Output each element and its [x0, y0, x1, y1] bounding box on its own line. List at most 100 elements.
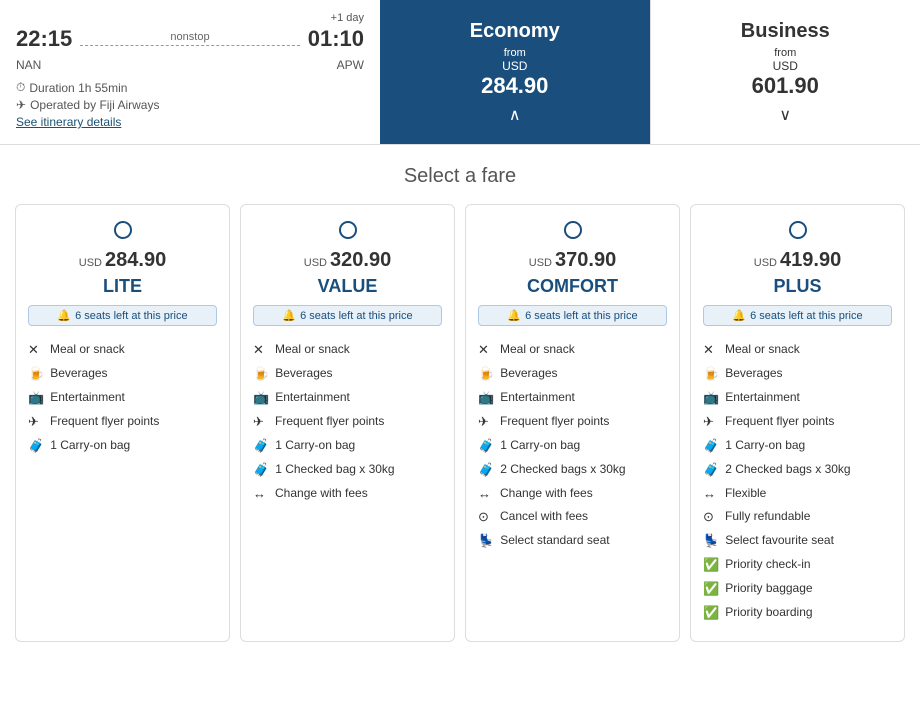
- list-item: 🍺Beverages: [703, 362, 892, 386]
- feature-text-plus-8: Select favourite seat: [725, 533, 834, 547]
- clock-icon: ⏱: [16, 80, 25, 95]
- seat-icon-lite: 🔔: [57, 309, 71, 322]
- nonstop-label: nonstop: [170, 31, 209, 43]
- economy-chevron: ∧: [509, 105, 521, 125]
- fare-radio-comfort[interactable]: [478, 221, 667, 239]
- origin-airport: NAN: [16, 58, 41, 72]
- list-item: 🍺Beverages: [28, 362, 217, 386]
- list-item: ↔Flexible: [703, 482, 892, 505]
- feature-text-value-3: Frequent flyer points: [275, 414, 384, 428]
- fare-cards-container: USD 284.90 LITE 🔔 6 seats left at this pric…: [0, 204, 920, 662]
- feature-icon-lite-1: 🍺: [28, 366, 44, 382]
- feature-icon-lite-2: 📺: [28, 390, 44, 406]
- fare-card-value[interactable]: USD 320.90VALUE🔔6 seats left at this pri…: [240, 204, 455, 642]
- list-item: 🧳1 Checked bag x 30kg: [253, 458, 442, 482]
- feature-text-comfort-8: Select standard seat: [500, 533, 609, 547]
- fare-price-row-plus: USD 419.90: [703, 249, 892, 272]
- feature-icon-comfort-1: 🍺: [478, 366, 494, 382]
- feature-icon-value-3: ✈: [253, 414, 269, 430]
- economy-tab[interactable]: Economy from USD 284.90 ∧: [380, 0, 650, 144]
- seats-text-lite: 6 seats left at this price: [75, 310, 188, 322]
- list-item: ✈ Frequent flyer points: [703, 410, 892, 434]
- feature-icon-plus-6: ↔: [703, 486, 719, 501]
- feature-text-plus-1: Beverages: [725, 366, 782, 380]
- feature-icon-value-1: 🍺: [253, 366, 269, 382]
- feature-text-lite-0: Meal or snack: [50, 342, 125, 356]
- fare-tabs: Economy from USD 284.90 ∧ Business from …: [380, 0, 920, 144]
- economy-currency: USD: [502, 59, 527, 73]
- feature-icon-plus-10: ✅: [703, 581, 719, 597]
- feature-text-plus-5: 2 Checked bags x 30kg: [725, 462, 850, 476]
- list-item: 🧳2 Checked bags x 30kg: [703, 458, 892, 482]
- fare-features-plus: ✕Meal or snack🍺Beverages📺Entertainment✈F…: [703, 338, 892, 625]
- fare-name-plus: PLUS: [703, 276, 892, 297]
- feature-icon-comfort-3: ✈: [478, 414, 494, 430]
- list-item: 🧳1 Carry-on bag: [478, 434, 667, 458]
- plane-icon: ✈: [16, 98, 26, 112]
- radio-circle-lite: [114, 221, 132, 239]
- feature-text-plus-0: Meal or snack: [725, 342, 800, 356]
- list-item: ✕Meal or snack: [28, 338, 217, 362]
- feature-text-value-4: 1 Carry-on bag: [275, 438, 355, 452]
- feature-text-value-6: Change with fees: [275, 486, 368, 500]
- fare-radio-plus[interactable]: [703, 221, 892, 239]
- operator-text: Operated by Fiji Airways: [30, 98, 159, 112]
- fare-radio-value[interactable]: [253, 221, 442, 239]
- list-item: ✅Priority boarding: [703, 601, 892, 625]
- see-details-link[interactable]: See itinerary details: [16, 115, 121, 129]
- list-item: ✅Priority baggage: [703, 577, 892, 601]
- fare-currency-plus: USD: [754, 257, 780, 269]
- fare-card-plus[interactable]: USD 419.90PLUS🔔6 seats left at this pric…: [690, 204, 905, 642]
- fare-card-comfort[interactable]: USD 370.90COMFORT🔔6 seats left at this p…: [465, 204, 680, 642]
- list-item: 🧳2 Checked bags x 30kg: [478, 458, 667, 482]
- list-item: ⊙Fully refundable: [703, 505, 892, 529]
- feature-icon-plus-3: ✈: [703, 414, 719, 430]
- business-tab[interactable]: Business from USD 601.90 ∨: [650, 0, 920, 144]
- feature-text-plus-3: Frequent flyer points: [725, 414, 834, 428]
- list-item: 📺Entertainment: [478, 386, 667, 410]
- fare-price-row-lite: USD 284.90: [28, 249, 217, 272]
- economy-price: 284.90: [481, 73, 548, 99]
- list-item: ✈Frequent flyer points: [478, 410, 667, 434]
- fare-currency-value: USD: [304, 257, 330, 269]
- arrive-time: 01:10: [308, 26, 364, 52]
- feature-text-value-1: Beverages: [275, 366, 332, 380]
- fare-price-row-value: USD 320.90: [253, 249, 442, 272]
- flight-info-panel: +1 day 22:15 nonstop 01:10 NAN APW ⏱ Dur…: [0, 0, 380, 144]
- see-details-row[interactable]: See itinerary details: [16, 115, 364, 129]
- fare-card-lite[interactable]: USD 284.90 LITE 🔔 6 seats left at this pric…: [15, 204, 230, 642]
- duration-text: Duration 1h 55min: [29, 81, 127, 95]
- fare-currency-comfort: USD: [529, 257, 555, 269]
- feature-icon-comfort-0: ✕: [478, 342, 494, 358]
- list-item: 💺 Select favourite seat: [703, 529, 892, 553]
- list-item: ✕Meal or snack: [253, 338, 442, 362]
- feature-text-plus-9: Priority check-in: [725, 557, 810, 571]
- feature-icon-comfort-6: ↔: [478, 486, 494, 501]
- feature-text-comfort-5: 2 Checked bags x 30kg: [500, 462, 625, 476]
- flight-details: ⏱ Duration 1h 55min ✈ Operated by Fiji A…: [16, 80, 364, 129]
- list-item: ✕ Meal or snack: [478, 338, 667, 362]
- feature-icon-plus-4: 🧳: [703, 438, 719, 454]
- list-item: 🧳1 Carry-on bag: [28, 434, 217, 458]
- fare-amount-plus: 419.90: [780, 249, 841, 271]
- seats-badge-lite: 🔔 6 seats left at this price: [28, 305, 217, 326]
- seats-text-plus: 6 seats left at this price: [750, 310, 863, 322]
- feature-icon-plus-7: ⊙: [703, 509, 719, 525]
- fare-features-lite: ✕Meal or snack🍺Beverages📺Entertainment✈F…: [28, 338, 217, 458]
- fare-features-value: ✕Meal or snack🍺Beverages📺Entertainment✈F…: [253, 338, 442, 505]
- business-from-label: from: [774, 47, 796, 59]
- feature-icon-value-4: 🧳: [253, 438, 269, 454]
- fare-name-value: VALUE: [253, 276, 442, 297]
- fare-name-lite: LITE: [28, 276, 217, 297]
- fare-name-comfort: COMFORT: [478, 276, 667, 297]
- depart-time: 22:15: [16, 26, 72, 52]
- feature-icon-plus-8: 💺: [703, 533, 719, 549]
- flight-dashes: [80, 45, 299, 46]
- feature-icon-lite-4: 🧳: [28, 438, 44, 454]
- feature-icon-plus-2: 📺: [703, 390, 719, 406]
- feature-icon-comfort-2: 📺: [478, 390, 494, 406]
- list-item: 🍺Beverages: [478, 362, 667, 386]
- feature-icon-comfort-7: ⊙: [478, 509, 494, 525]
- feature-text-comfort-0: Meal or snack: [500, 342, 575, 356]
- fare-radio-lite[interactable]: [28, 221, 217, 239]
